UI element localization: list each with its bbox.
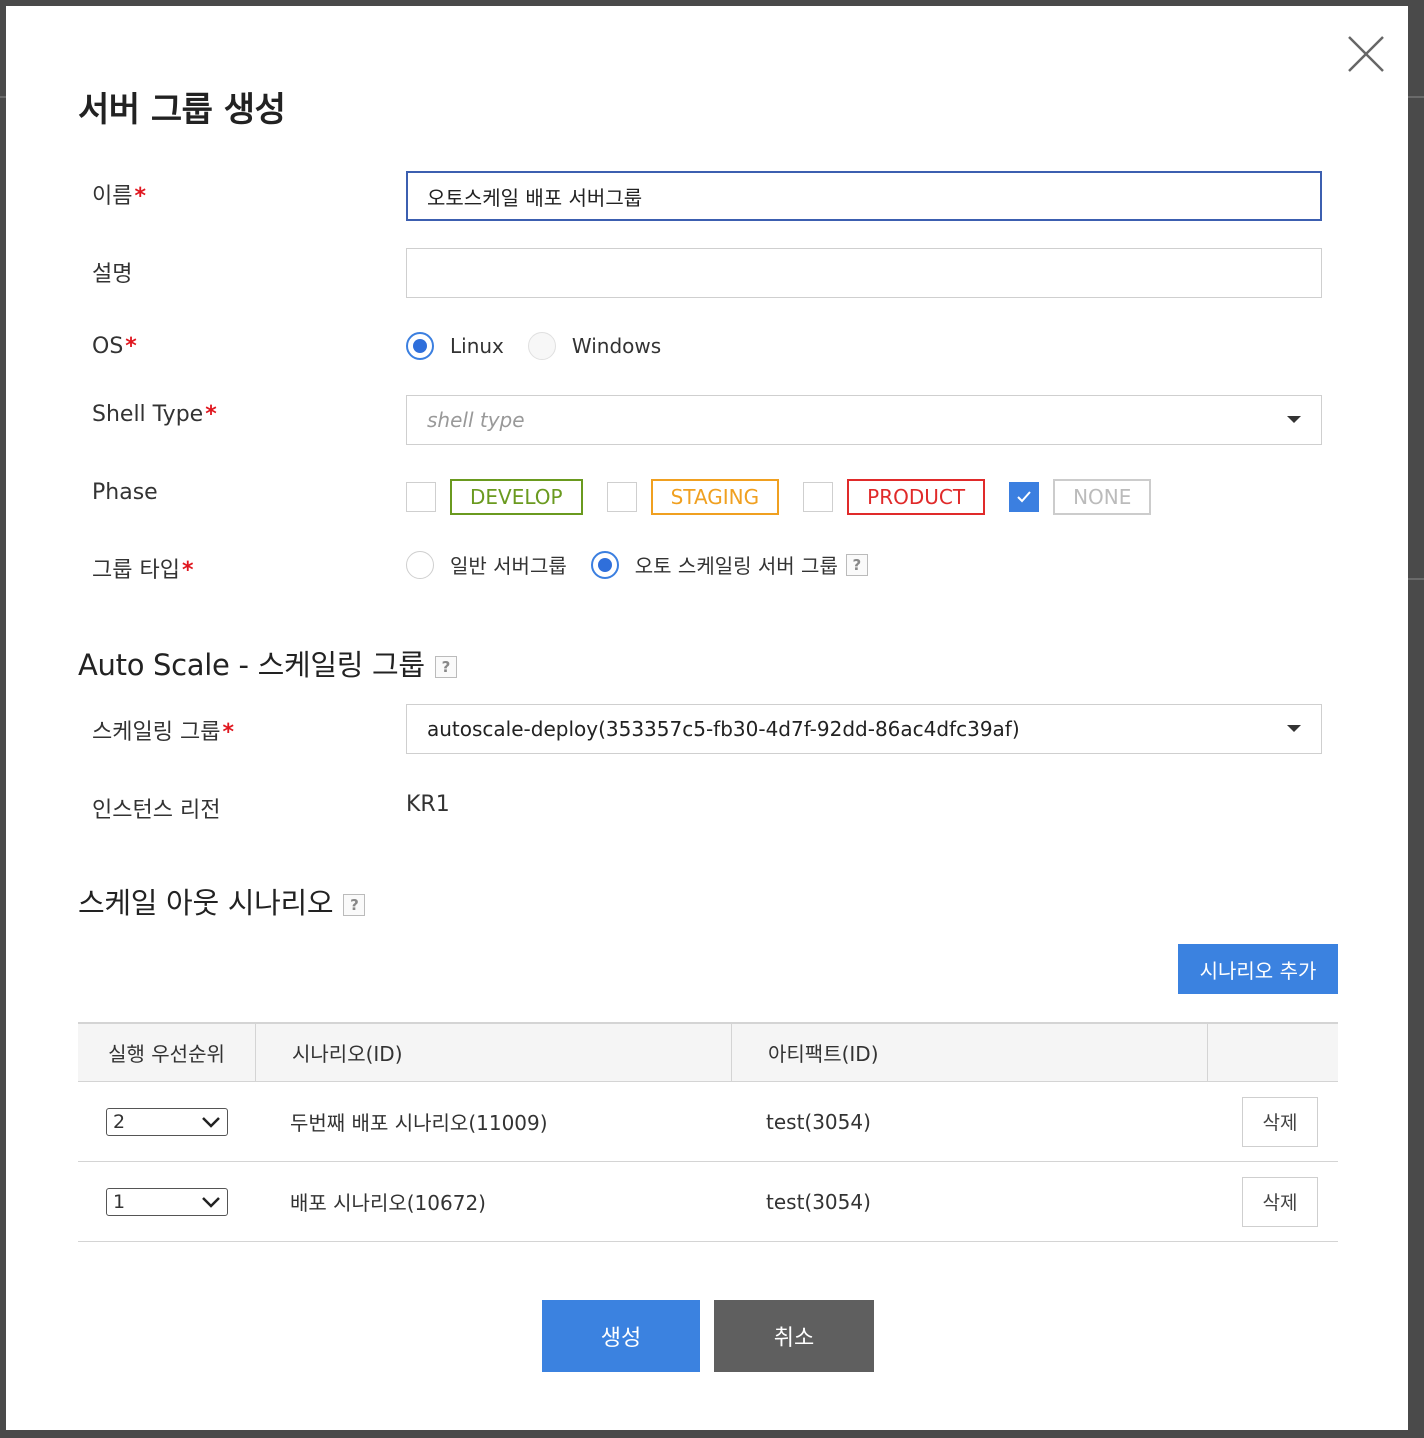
os-label: OS* (92, 334, 137, 359)
os-option-windows-label: Windows (571, 334, 662, 358)
priority-value: 1 (113, 1190, 126, 1213)
artifact-cell: test(3054) (766, 1109, 871, 1134)
group-type-label-text: 그룹 타입 (92, 558, 180, 583)
phase-tag-staging: STAGING (650, 479, 780, 515)
phase-checkbox-staging[interactable] (606, 482, 637, 512)
actions-cell: 삭제 (1208, 1176, 1338, 1227)
close-icon (1348, 36, 1384, 72)
phase-checkbox-product[interactable] (803, 482, 834, 512)
priority-cell: 1 (78, 1187, 256, 1216)
caret-down-icon (1287, 725, 1301, 732)
phase-tag-none: NONE (1053, 479, 1152, 515)
os-option-linux-label: Linux (450, 334, 504, 358)
group-type-option-normal-label: 일반 서버그룹 (450, 554, 567, 578)
region-value: KR1 (406, 792, 450, 817)
required-mark: * (205, 402, 217, 427)
server-group-modal: 서버 그룹 생성 이름* 설명 OS* Linux Windows Shell … (6, 6, 1408, 1430)
caret-down-icon (1287, 416, 1301, 423)
check-icon (1017, 491, 1031, 503)
name-label: 이름* (92, 178, 146, 210)
group-type-radio-group: 일반 서버그룹 오토 스케일링 서버 그룹 ? (406, 550, 868, 579)
phase-checkbox-group: DEVELOP STAGING PRODUCT NONE (406, 479, 1152, 515)
create-button[interactable]: 생성 (542, 1300, 700, 1372)
os-radio-group: Linux Windows (406, 332, 661, 360)
scaling-group-select[interactable]: autoscale-deploy(353357c5-fb30-4d7f-92dd… (406, 704, 1322, 754)
help-icon[interactable]: ? (434, 656, 457, 678)
column-header-scenario: 시나리오(ID) (256, 1024, 732, 1081)
modal-title: 서버 그룹 생성 (78, 90, 286, 130)
name-input[interactable] (406, 171, 1322, 221)
table-row: 1 배포 시나리오(10672) test(3054) 삭제 (78, 1162, 1338, 1242)
required-mark: * (125, 334, 137, 359)
name-label-text: 이름 (92, 184, 133, 209)
cancel-button[interactable]: 취소 (714, 1300, 874, 1372)
autoscale-heading: Auto Scale - 스케일링 그룹? (78, 642, 457, 684)
os-label-text: OS (92, 334, 124, 359)
delete-button[interactable]: 삭제 (1242, 1176, 1318, 1227)
group-type-option-autoscale-label: 오토 스케일링 서버 그룹 (634, 554, 838, 578)
scaling-group-label-text: 스케일링 그룹 (92, 720, 221, 745)
help-icon[interactable]: ? (845, 553, 868, 576)
scenario-cell: 두번째 배포 시나리오(11009) (290, 1111, 548, 1135)
phase-checkbox-none[interactable] (1009, 482, 1040, 512)
priority-select[interactable]: 1 (106, 1187, 228, 1216)
phase-tag-develop: DEVELOP (450, 479, 583, 515)
column-header-priority: 실행 우선순위 (78, 1024, 256, 1081)
scaleout-heading: 스케일 아웃 시나리오? (78, 880, 366, 922)
phase-checkbox-develop[interactable] (406, 482, 436, 512)
os-radio-linux[interactable] (406, 332, 434, 360)
priority-select[interactable]: 2 (106, 1107, 228, 1136)
table-header: 실행 우선순위 시나리오(ID) 아티팩트(ID) (78, 1022, 1338, 1082)
description-label: 설명 (92, 262, 133, 287)
phase-label: Phase (92, 480, 158, 505)
required-mark: * (181, 558, 194, 583)
artifact-cell: test(3054) (766, 1189, 871, 1214)
scaling-group-label: 스케일링 그룹* (92, 714, 234, 746)
help-icon[interactable]: ? (343, 894, 366, 916)
group-type-radio-autoscale[interactable] (590, 550, 619, 579)
shell-type-label: Shell Type* (92, 402, 217, 427)
scaling-group-value: autoscale-deploy(353357c5-fb30-4d7f-92dd… (427, 717, 1020, 741)
shell-type-select[interactable]: shell type (406, 395, 1322, 445)
shell-type-placeholder: shell type (427, 408, 525, 432)
required-mark: * (222, 720, 234, 745)
table-row: 2 두번째 배포 시나리오(11009) test(3054) 삭제 (78, 1082, 1338, 1162)
column-header-actions (1208, 1024, 1338, 1081)
scenario-cell: 배포 시나리오(10672) (290, 1191, 486, 1215)
column-header-artifact: 아티팩트(ID) (732, 1024, 1208, 1081)
chevron-down-icon (202, 1196, 220, 1208)
close-button[interactable] (1346, 34, 1386, 74)
add-scenario-button[interactable]: 시나리오 추가 (1178, 944, 1338, 994)
phase-tag-product: PRODUCT (847, 479, 986, 515)
group-type-label: 그룹 타입* (92, 552, 193, 584)
scenario-table: 실행 우선순위 시나리오(ID) 아티팩트(ID) 2 두번째 배포 시나리오(… (78, 1022, 1338, 1242)
delete-button[interactable]: 삭제 (1242, 1096, 1318, 1147)
chevron-down-icon (202, 1116, 220, 1128)
background-page (1408, 578, 1424, 580)
group-type-radio-normal[interactable] (406, 550, 434, 579)
priority-cell: 2 (78, 1107, 256, 1136)
os-radio-windows[interactable] (527, 332, 556, 360)
required-mark: * (134, 184, 146, 209)
priority-value: 2 (113, 1110, 126, 1133)
actions-cell: 삭제 (1208, 1096, 1338, 1147)
region-label: 인스턴스 리전 (92, 798, 221, 823)
description-input[interactable] (406, 248, 1322, 298)
autoscale-heading-text: Auto Scale - 스케일링 그룹 (78, 648, 425, 682)
background-page (1408, 96, 1424, 98)
scaleout-heading-text: 스케일 아웃 시나리오 (78, 886, 334, 920)
shell-type-label-text: Shell Type (92, 402, 204, 427)
